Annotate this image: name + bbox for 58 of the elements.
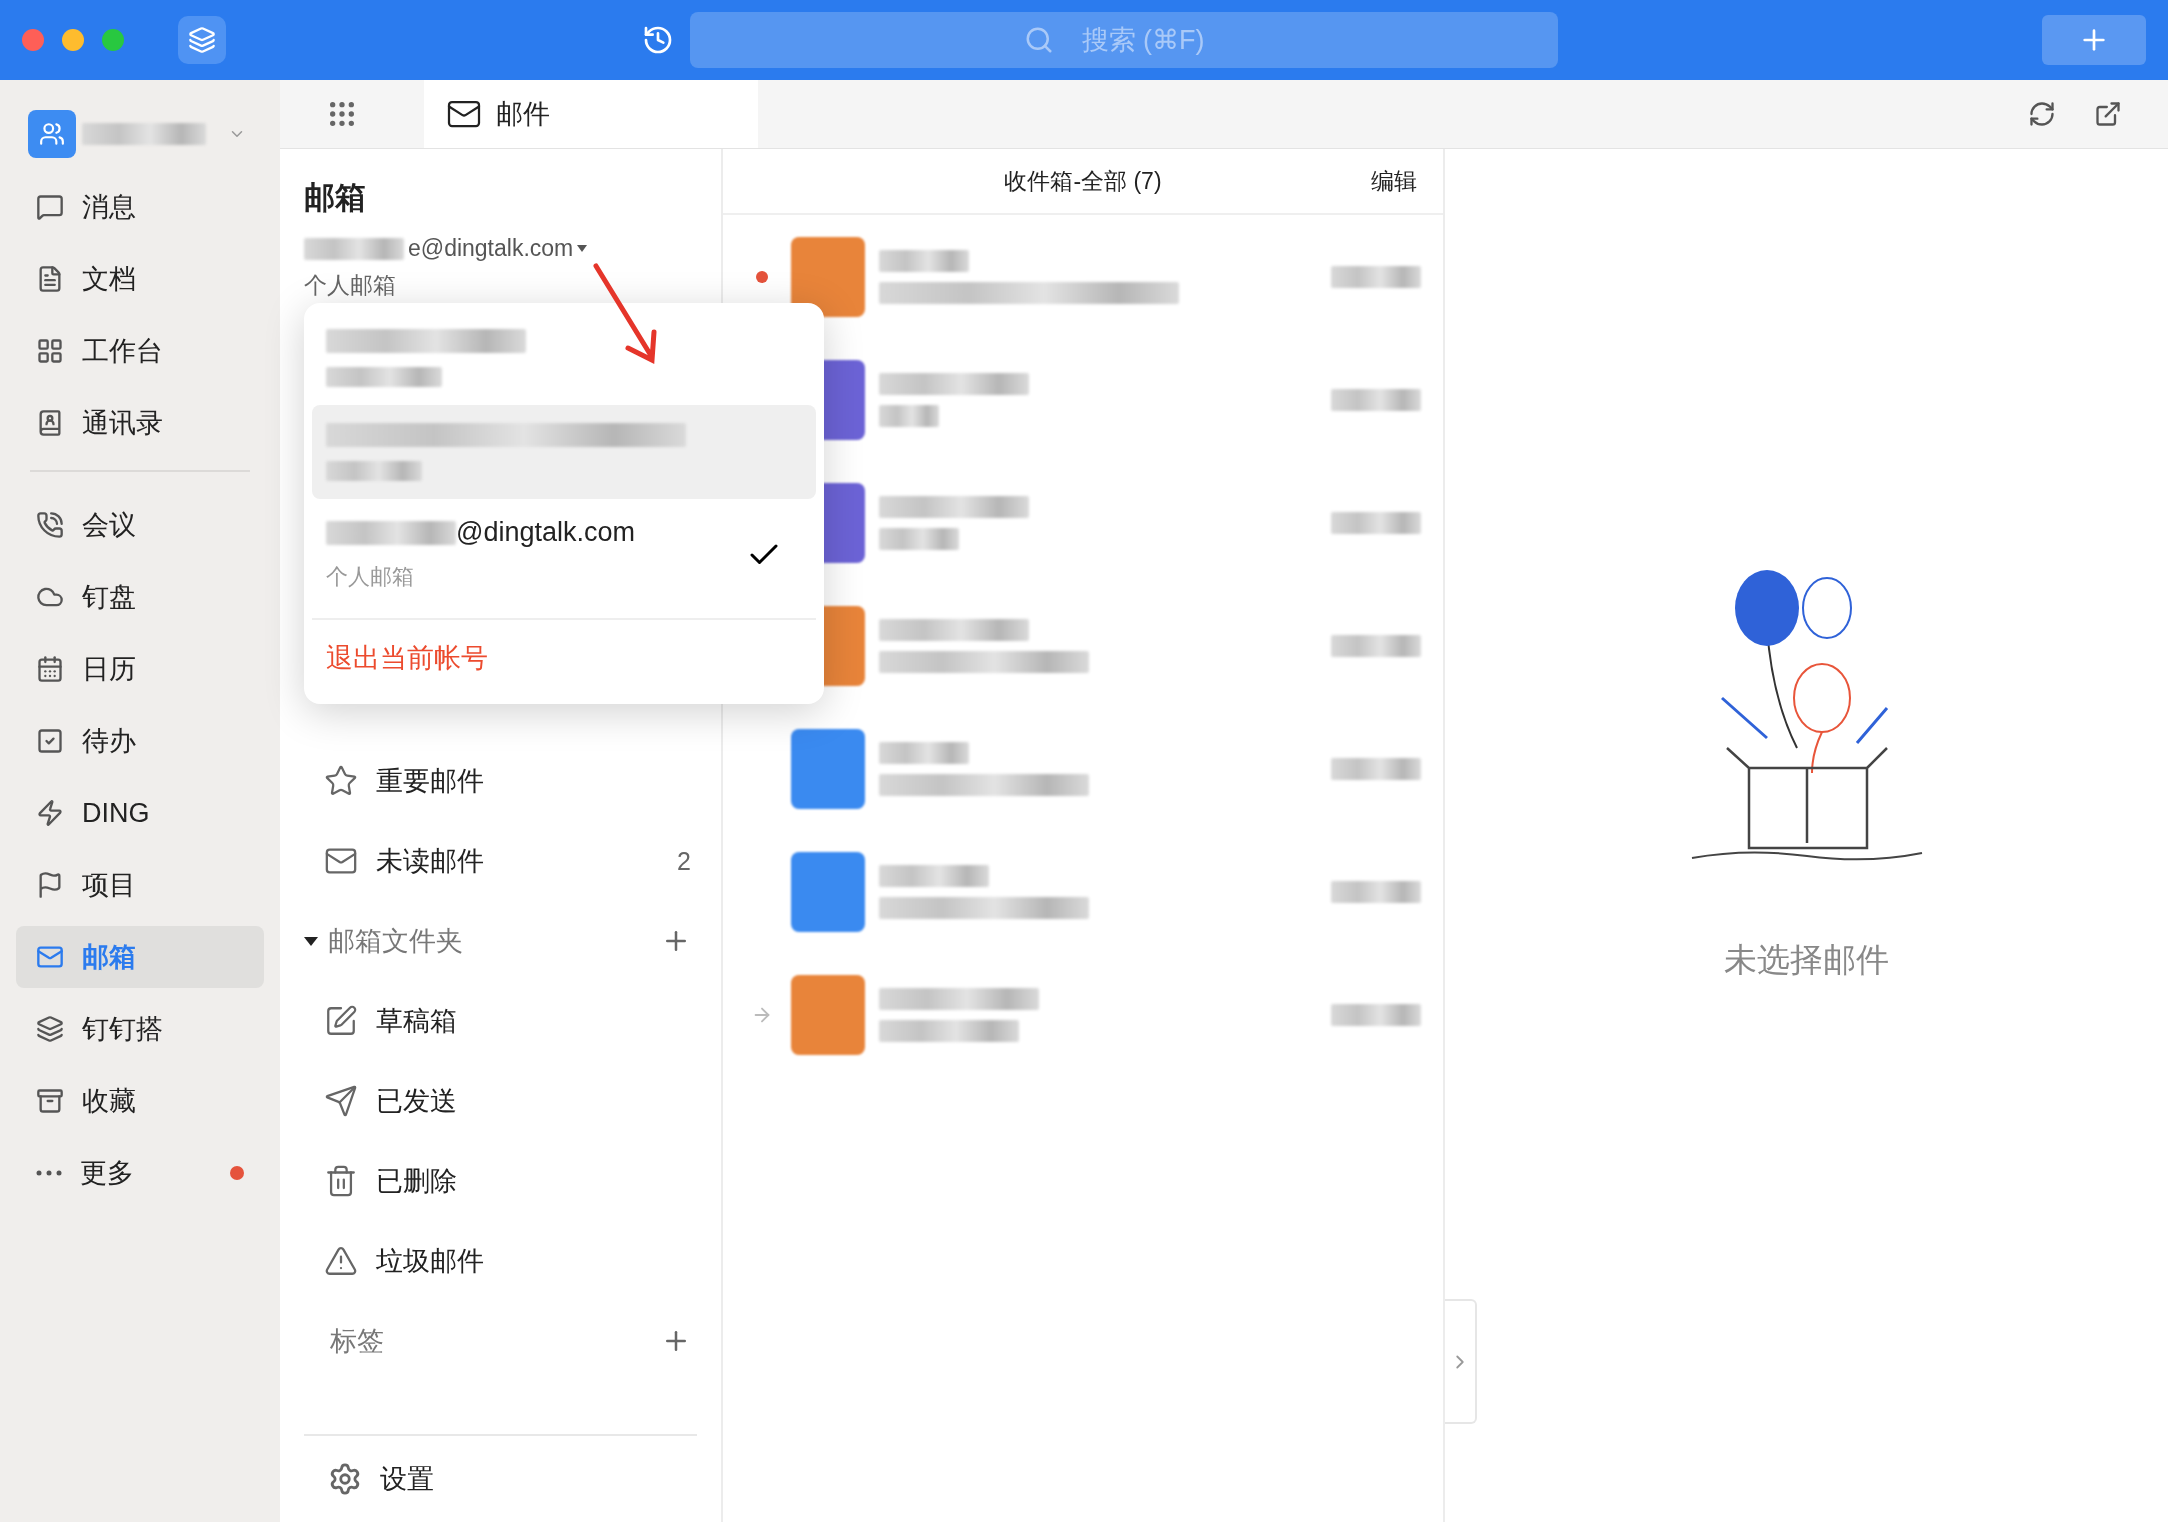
settings-item[interactable]: 设置 — [304, 1434, 697, 1522]
grid-icon — [36, 337, 64, 365]
account-address[interactable]: e@dingtalk.com — [408, 235, 574, 262]
sidebar-item[interactable]: 待办 — [16, 710, 264, 772]
sidebar-item[interactable]: DING — [16, 782, 264, 844]
sidebar-item[interactable]: 更多 — [16, 1142, 264, 1204]
trash-icon — [324, 1164, 358, 1198]
sidebar-item[interactable]: 日历 — [16, 638, 264, 700]
folder-item[interactable]: 已删除 — [304, 1141, 697, 1221]
list-title: 收件箱-全部 (7) — [1004, 166, 1162, 196]
more-icon — [36, 1170, 62, 1176]
app-logo-icon — [178, 16, 226, 64]
blurred-text — [879, 404, 939, 427]
caret-icon[interactable] — [304, 936, 318, 946]
expand-panel-handle[interactable] — [1445, 1299, 1477, 1424]
folder-item[interactable]: 已发送 — [304, 1061, 697, 1141]
account-type: 个人邮箱 — [304, 271, 397, 300]
sidebar-item[interactable]: 文档 — [16, 248, 264, 310]
lightning-icon — [36, 799, 64, 827]
tab[interactable]: 邮件 — [424, 80, 758, 148]
logout-link[interactable]: 退出当前帐号 — [304, 620, 824, 696]
star-icon — [324, 764, 358, 798]
checkbox-icon — [36, 727, 64, 755]
section-label[interactable]: 标签 — [304, 1323, 384, 1359]
sidebar-item[interactable]: 通讯录 — [16, 392, 264, 454]
sidebar-item[interactable]: 收藏 — [16, 1070, 264, 1132]
folder-item[interactable]: 垃圾邮件 — [304, 1221, 697, 1301]
sidebar-item[interactable]: 钉钉搭 — [16, 998, 264, 1060]
sidebar-item[interactable]: 消息 — [16, 176, 264, 238]
sidebar-item[interactable]: 钉盘 — [16, 566, 264, 628]
calendar-icon — [36, 655, 64, 683]
folder-item[interactable]: 未读邮件 2 — [304, 821, 697, 901]
caret-icon[interactable] — [577, 245, 588, 252]
phone-icon — [36, 511, 64, 539]
organization-avatar[interactable] — [28, 110, 76, 158]
minimize-window-button[interactable] — [62, 29, 84, 51]
search-icon — [1024, 25, 1054, 55]
edit-icon — [324, 1004, 358, 1038]
account-address: @dingtalk.com — [456, 517, 635, 548]
warning-icon — [324, 1244, 358, 1278]
mailbox-title: 邮箱 — [304, 179, 367, 217]
sidebar-item[interactable]: 项目 — [16, 854, 264, 916]
search-field[interactable]: 搜索 (⌘F) — [690, 12, 1558, 68]
message-icon — [36, 193, 64, 221]
zoom-window-button[interactable] — [102, 29, 124, 51]
account-type: 个人邮箱 — [326, 563, 415, 591]
unread-count: 2 — [677, 846, 692, 876]
section-label[interactable]: 邮箱文件夹 — [328, 923, 463, 959]
send-icon — [324, 1084, 358, 1118]
empty-state-text: 未选择邮件 — [1724, 940, 1889, 980]
folder-item[interactable]: 重要邮件 — [304, 741, 697, 821]
archive-icon — [36, 1087, 64, 1115]
settings-icon — [328, 1462, 362, 1496]
layers-icon — [36, 1015, 64, 1043]
edit-button[interactable]: 编辑 — [1365, 165, 1423, 198]
sidebar-item[interactable]: 工作台 — [16, 320, 264, 382]
sidebar-item[interactable]: 会议 — [16, 494, 264, 556]
folder-item[interactable]: 草稿箱 — [304, 981, 697, 1061]
